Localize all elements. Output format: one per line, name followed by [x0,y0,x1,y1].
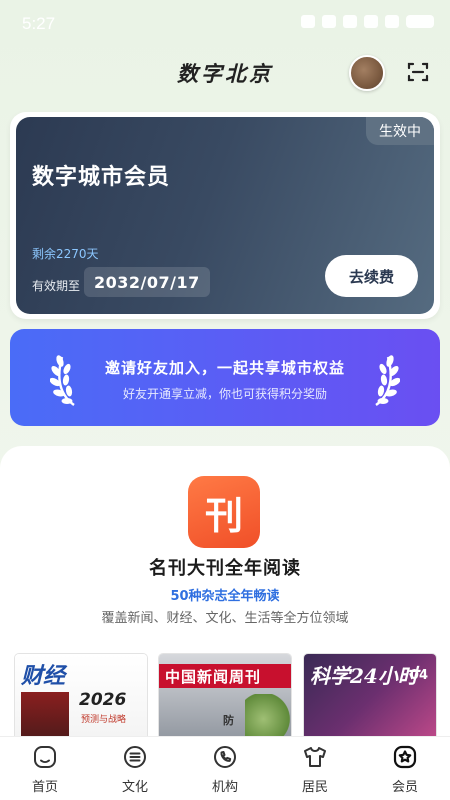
remaining-days: 剩余2270天 [32,247,99,261]
nav-item-home[interactable]: 首页 [0,737,90,800]
membership-title: 数字城市会员 [32,165,171,190]
nav-item-residents[interactable]: 居民 [270,737,360,800]
magazine-title: 科学24小时 [310,664,418,688]
status-icons [301,15,434,28]
nav-label: 文化 [121,780,148,795]
nav-label: 居民 [301,780,328,795]
magazine-promo-panel: 刊 名刊大刊全年阅读 50种杂志全年畅读 覆盖新闻、财经、文化、生活等全方位领域… [0,446,450,736]
nav-label: 首页 [31,780,58,795]
notification-icon [301,15,315,28]
app-notification-icon [322,15,336,28]
magazine-cover-china-newsweek[interactable]: 中国新闻周刊 防 [159,654,291,736]
nav-item-membership[interactable]: 会员 [360,737,450,800]
magazine-icon-glyph: 刊 [204,493,243,538]
nav-label: 会员 [391,780,418,795]
nav-item-institution[interactable]: 机构 [180,737,270,800]
battery-icon [406,15,434,28]
magazine-title: 财经 [21,663,66,689]
magazine-title: 中国新闻周刊 [165,667,262,686]
magazine-cover-text: 防 [223,714,234,727]
list-icon [124,746,146,768]
invite-title: 邀请好友加入，一起共享城市权益 [104,359,345,377]
magazine-issue: 04 [409,668,428,683]
star-icon [393,745,417,769]
magazine-app-icon[interactable]: 刊 [188,476,260,548]
status-bar: 5:27 [0,0,450,48]
magazine-cover-science24[interactable]: 科学24小时 04 [304,654,436,736]
avatar[interactable] [349,55,385,91]
phone-icon [214,746,236,768]
magazine-cover-caijing[interactable]: 财经 2026 预测与战略 [15,654,147,736]
status-badge: 生效中 [366,117,434,145]
wifi-icon [364,15,378,28]
cover-photo [21,692,69,736]
scan-icon[interactable] [406,60,430,84]
bottom-nav: 首页 文化 机构 居民 会员 [0,736,450,800]
shirt-icon [304,747,326,767]
home-icon [34,746,56,768]
nav-item-culture[interactable]: 文化 [90,737,180,800]
promo-description: 覆盖新闻、财经、文化、生活等全方位领域 [101,611,349,626]
magazine-subtitle: 预测与战略 [81,715,127,725]
valid-until-label: 有效期至 [32,279,81,293]
invite-banner[interactable]: 邀请好友加入，一起共享城市权益 好友开通享立减，你也可获得积分奖励 [10,329,440,426]
renew-button[interactable]: 去续费 [325,255,418,297]
valid-until-date: 2032/07/17 [84,267,210,297]
status-time: 5:27 [22,14,56,33]
magazine-masthead: 中国新闻周刊 [159,664,291,688]
vibrate-icon [343,15,357,28]
invite-subtitle: 好友开通享立减，你也可获得积分奖励 [122,387,327,401]
cover-photo [245,694,291,736]
promo-title: 名刊大刊全年阅读 [149,558,301,579]
nav-label: 机构 [211,780,238,795]
magazine-year: 2026 [79,690,127,710]
signal-icon [385,15,399,28]
promo-subtitle: 50种杂志全年畅读 [170,589,280,604]
